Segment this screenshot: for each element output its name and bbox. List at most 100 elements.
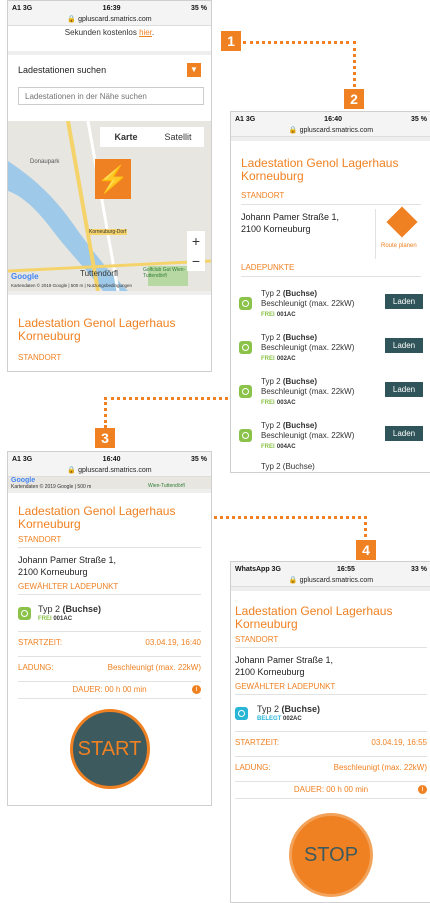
point-type: Typ 2 (Buchse) — [38, 604, 101, 614]
phone-screen-1: A1 3G 16:39 35 % 🔒 gpluscard.smatrics.co… — [7, 0, 212, 372]
stop-button[interactable]: STOP — [289, 813, 373, 897]
plug-icon — [239, 297, 252, 310]
point-info: Typ 2 (Buchse) Beschleunigt (max. 22kW) FR… — [261, 333, 354, 364]
battery-text: 35 % — [191, 455, 207, 463]
address-line-2: 2100 Korneuburg — [18, 567, 88, 577]
info-icon[interactable]: i — [192, 685, 201, 694]
connector-2-3 — [104, 397, 235, 428]
laden-button[interactable]: Laden — [385, 294, 423, 309]
laden-button[interactable]: Laden — [385, 338, 423, 353]
point-speed: Beschleunigt (max. 22kW) — [261, 343, 355, 352]
promo-text: Sekunden kostenlos hier. — [64, 28, 155, 37]
plug-icon — [239, 341, 252, 354]
point-kind: (Buchse) — [282, 289, 318, 298]
carrier-text: A1 3G — [235, 115, 256, 123]
section-selected-point: GEWÄHLTER LADEPUNKT — [235, 682, 336, 691]
start-time-row: STARTZEIT: 03.04.19, 16:40 — [8, 632, 211, 656]
plug-icon — [239, 429, 252, 442]
charging-station-marker-icon[interactable]: ⚡ — [95, 159, 131, 199]
selected-point: Typ 2 (Buchse) FREI 001AC — [8, 595, 211, 631]
point-speed: Beschleunigt (max. 22kW) — [261, 431, 355, 440]
point-status: BELEGT 002AC — [257, 716, 302, 722]
map[interactable]: Karte Satellit ⚡ Donaupark Korneuburg-Do… — [8, 121, 211, 291]
zoom-controls: + − — [187, 231, 205, 271]
map-label-golfclub: Wien-Tuttendörfl — [148, 483, 185, 489]
point-kind: (Buchse) — [62, 604, 102, 614]
point-type: Typ 2 — [261, 289, 281, 298]
laden-button[interactable]: Laden — [385, 426, 423, 441]
charging-point-row: Typ 2 (Buchse) Beschleunigt (max. 22kW) FR… — [231, 289, 430, 329]
status-badge: FREI — [38, 616, 52, 622]
station-title: Ladestation Genol Lagerhaus Korneuburg — [241, 156, 399, 183]
address-line-2: 2100 Korneuburg — [235, 667, 305, 677]
point-kind: (Buchse) — [281, 704, 321, 714]
status-bar: A1 3G 16:39 35 % — [8, 1, 211, 15]
status-bar: WhatsApp 3G 16:55 33 % — [231, 562, 430, 576]
point-speed: Beschleunigt (max. 22kW) — [261, 387, 355, 396]
divider-vertical — [375, 209, 376, 259]
point-id: 001AC — [53, 616, 73, 622]
charging-point-row: Typ 2 (Buchse) Beschleunigt (max. 22kW) FR… — [231, 333, 430, 373]
zoom-out-button[interactable]: − — [187, 251, 205, 271]
info-icon[interactable]: i — [418, 785, 427, 794]
url-bar[interactable]: 🔒 gpluscard.smatrics.com — [8, 466, 211, 477]
promo-link[interactable]: hier — [139, 28, 152, 37]
phone-screen-4: WhatsApp 3G 16:55 33 % 🔒 gpluscard.smatr… — [230, 561, 430, 903]
status-badge: BELEGT — [257, 716, 282, 722]
status-badge: FREI — [261, 400, 275, 406]
url-bar[interactable]: 🔒 gpluscard.smatrics.com — [231, 576, 430, 587]
point-type: Typ 2 — [261, 421, 281, 430]
clock: 16:40 — [324, 115, 343, 123]
step-badge-3: 3 — [95, 428, 115, 448]
point-kind: (Buchse) — [282, 333, 318, 342]
lock-icon: 🔒 — [288, 577, 298, 584]
start-time-label: STARTZEIT: — [235, 738, 280, 747]
duration-row: DAUER: 00 h 00 min i — [8, 682, 211, 698]
point-id: 001AC — [276, 312, 296, 318]
carrier-text: A1 3G — [12, 455, 33, 463]
section-standort: STANDORT — [18, 535, 62, 544]
url-bar[interactable]: 🔒 gpluscard.smatrics.com — [231, 126, 430, 137]
search-label: Ladestationen suchen — [18, 65, 107, 75]
charge-row: LADUNG: Beschleunigt (max. 22kW) — [8, 657, 211, 681]
map-label-tuttendorf: Tuttendörfl — [80, 269, 118, 278]
filter-icon[interactable]: ▼ — [187, 63, 201, 77]
tab-satellit[interactable]: Satellit — [152, 127, 204, 147]
charge-label: LADUNG: — [18, 663, 54, 672]
point-id: 002AC — [283, 716, 302, 722]
phone-screen-3: A1 3G 16:40 35 % 🔒 gpluscard.smatrics.co… — [7, 451, 212, 806]
route-plan-link[interactable]: Route planen — [381, 243, 417, 249]
duration-row: DAUER: 00 h 00 min i — [231, 782, 430, 798]
duration-text: DAUER: 00 h 00 min — [293, 785, 369, 794]
plug-icon — [18, 607, 31, 620]
url-text: gpluscard.smatrics.com — [299, 127, 374, 134]
charge-row: LADUNG: Beschleunigt (max. 22kW) — [231, 757, 430, 781]
session-details: Ladestation Genol Lagerhaus Korneuburg S… — [231, 587, 430, 897]
plug-icon — [235, 707, 248, 720]
point-info: Typ 2 (Buchse) Beschleunigt (max. 22kW) FR… — [261, 421, 354, 452]
tab-karte[interactable]: Karte — [100, 127, 152, 147]
charging-points-list: Typ 2 (Buchse) Beschleunigt (max. 22kW) FR… — [231, 277, 430, 472]
laden-button[interactable]: Laden — [385, 382, 423, 397]
point-info: Typ 2 (Buchse) Beschleunigt (max. 22kW) FR… — [261, 289, 354, 320]
url-bar[interactable]: 🔒 gpluscard.smatrics.com — [8, 15, 211, 26]
map-strip[interactable]: Google Kartendaten © 2019 Google | 500 m… — [8, 477, 211, 490]
search-section: Ladestationen suchen ▼ — [8, 51, 211, 111]
section-selected-point: GEWÄHLTER LADEPUNKT — [18, 582, 119, 591]
status-badge: FREI — [261, 356, 275, 362]
status-bar: A1 3G 16:40 35 % — [8, 452, 211, 466]
point-id: 003AC — [276, 400, 296, 406]
section-standort: STANDORT — [241, 191, 285, 200]
start-time-value: 03.04.19, 16:55 — [371, 738, 427, 747]
station-title: Ladestation Genol Lagerhaus Korneuburg — [235, 604, 393, 631]
station-title: Ladestation Genol Lagerhaus Korneuburg — [18, 316, 176, 343]
start-button[interactable]: START — [69, 709, 150, 789]
zoom-in-button[interactable]: + — [187, 231, 205, 251]
selected-point: Typ 2 (Buchse) BELEGT 002AC — [231, 695, 430, 731]
address-line-1: Johann Pamer Straße 1, — [235, 655, 334, 665]
charge-value: Beschleunigt (max. 22kW) — [107, 663, 201, 672]
url-text: gpluscard.smatrics.com — [299, 577, 374, 584]
clock: 16:55 — [337, 565, 355, 573]
search-input[interactable] — [18, 87, 204, 105]
step-badge-4: 4 — [356, 540, 376, 560]
